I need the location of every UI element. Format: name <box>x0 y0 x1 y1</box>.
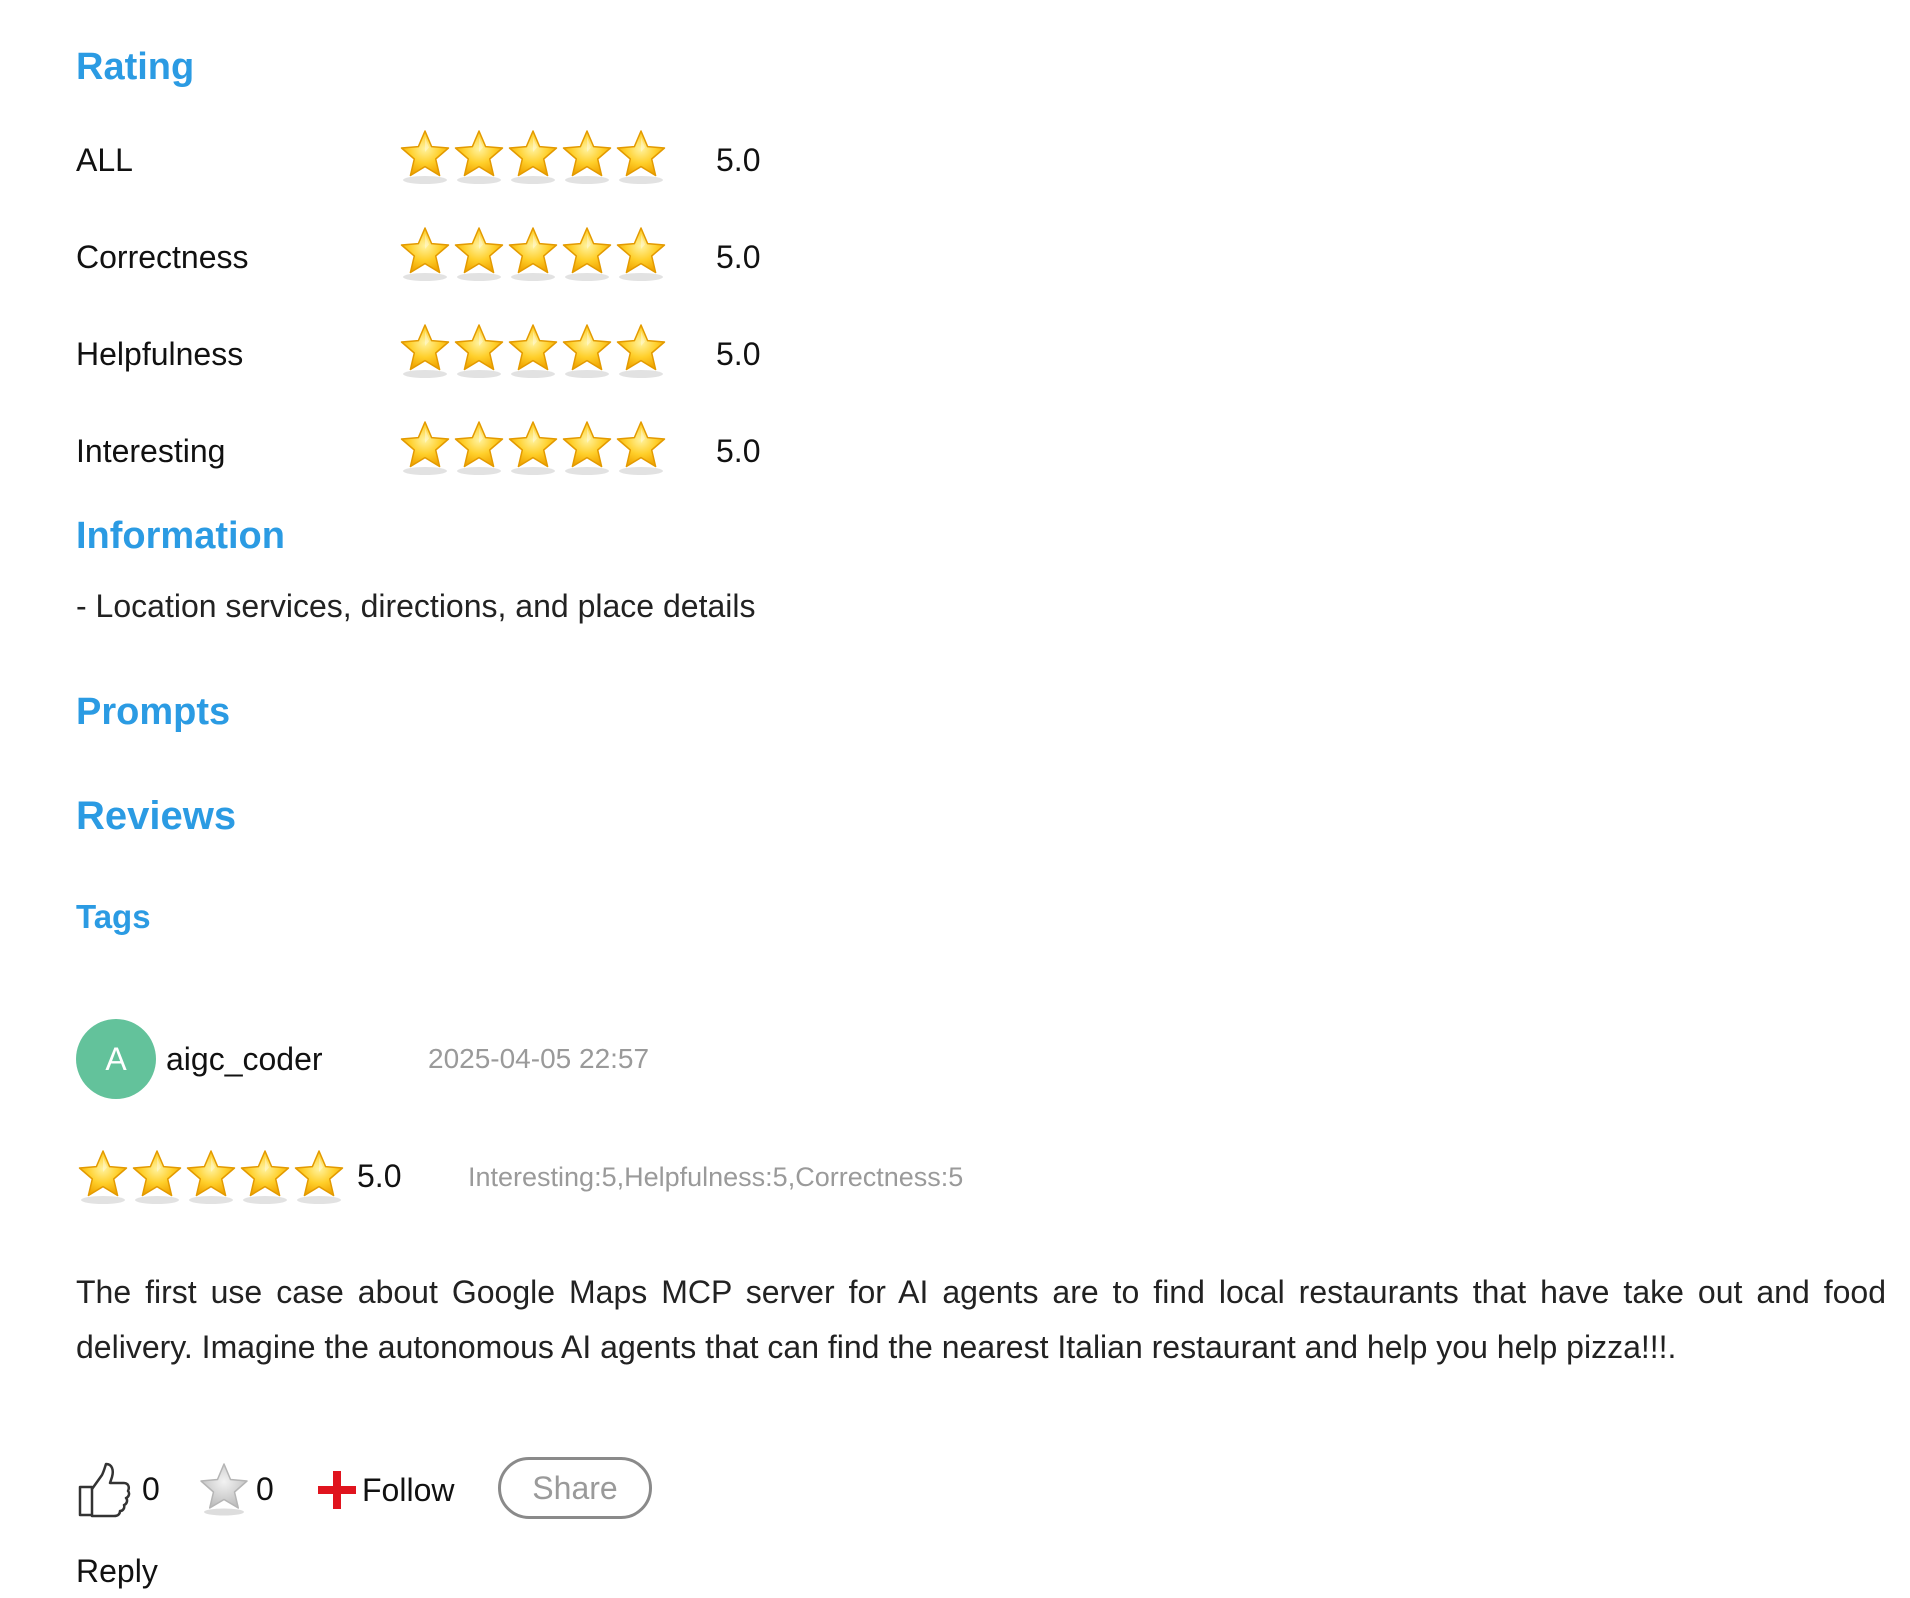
rating-heading: Rating <box>76 46 195 88</box>
star-icon <box>506 419 560 477</box>
star-icon <box>560 225 614 283</box>
star-icon <box>614 128 668 186</box>
follow-label: Follow <box>362 1471 455 1508</box>
star-outline-icon[interactable] <box>196 1461 252 1517</box>
star-icon <box>506 322 560 380</box>
favorite-count: 0 <box>256 1471 274 1507</box>
star-icon <box>452 225 506 283</box>
rating-row-helpfulness: Helpfulness 5.0 <box>76 322 796 382</box>
star-icon <box>506 225 560 283</box>
review-stars <box>76 1148 346 1206</box>
star-icon <box>398 322 452 380</box>
star-icon <box>76 1148 130 1206</box>
rating-label: Helpfulness <box>76 336 244 372</box>
star-icon <box>452 322 506 380</box>
review-score: 5.0 <box>357 1158 402 1194</box>
rating-row-correctness: Correctness 5.0 <box>76 225 796 285</box>
star-icon <box>614 419 668 477</box>
review-actions: 0 0 Follow Share <box>76 1455 776 1525</box>
star-icon <box>292 1148 346 1206</box>
rating-row-all: ALL 5.0 <box>76 128 796 188</box>
star-icon <box>398 225 452 283</box>
rating-stars <box>398 225 668 285</box>
information-heading: Information <box>76 515 285 557</box>
star-icon <box>560 322 614 380</box>
share-button[interactable]: Share <box>498 1457 652 1519</box>
star-icon <box>130 1148 184 1206</box>
avatar[interactable]: A <box>76 1019 156 1099</box>
rating-value: 5.0 <box>716 336 761 372</box>
prompts-heading[interactable]: Prompts <box>76 691 230 734</box>
star-icon <box>560 419 614 477</box>
star-icon <box>614 225 668 283</box>
rating-label: Correctness <box>76 239 249 275</box>
follow-button[interactable]: Follow <box>316 1467 454 1513</box>
star-icon <box>238 1148 292 1206</box>
star-icon <box>184 1148 238 1206</box>
rating-stars <box>398 322 668 382</box>
rating-value: 5.0 <box>716 142 761 178</box>
star-icon <box>398 128 452 186</box>
reviews-heading: Reviews <box>76 794 237 838</box>
rating-row-interesting: Interesting 5.0 <box>76 419 796 479</box>
star-icon <box>560 128 614 186</box>
page: Rating ALL 5.0 Correctness 5.0 Helpfulne… <box>0 0 1910 1598</box>
rating-label: ALL <box>76 142 133 178</box>
rating-value: 5.0 <box>716 239 761 275</box>
review-username[interactable]: aigc_coder <box>166 1041 323 1078</box>
plus-icon <box>318 1471 356 1509</box>
review-sub-scores: Interesting:5,Helpfulness:5,Correctness:… <box>468 1162 964 1192</box>
rating-value: 5.0 <box>716 433 761 469</box>
tags-heading: Tags <box>76 898 151 935</box>
star-icon <box>452 419 506 477</box>
thumbs-up-icon[interactable] <box>76 1461 132 1519</box>
star-icon <box>452 128 506 186</box>
star-icon <box>614 322 668 380</box>
star-icon <box>398 419 452 477</box>
star-icon <box>506 128 560 186</box>
review-body: The first use case about Google Maps MCP… <box>76 1274 1886 1365</box>
review-date: 2025-04-05 22:57 <box>428 1043 650 1074</box>
rating-stars <box>398 128 668 188</box>
like-count: 0 <box>142 1471 160 1507</box>
rating-stars <box>398 419 668 479</box>
reply-link[interactable]: Reply <box>76 1553 158 1590</box>
rating-label: Interesting <box>76 433 226 469</box>
information-text: - Location services, directions, and pla… <box>76 588 756 624</box>
